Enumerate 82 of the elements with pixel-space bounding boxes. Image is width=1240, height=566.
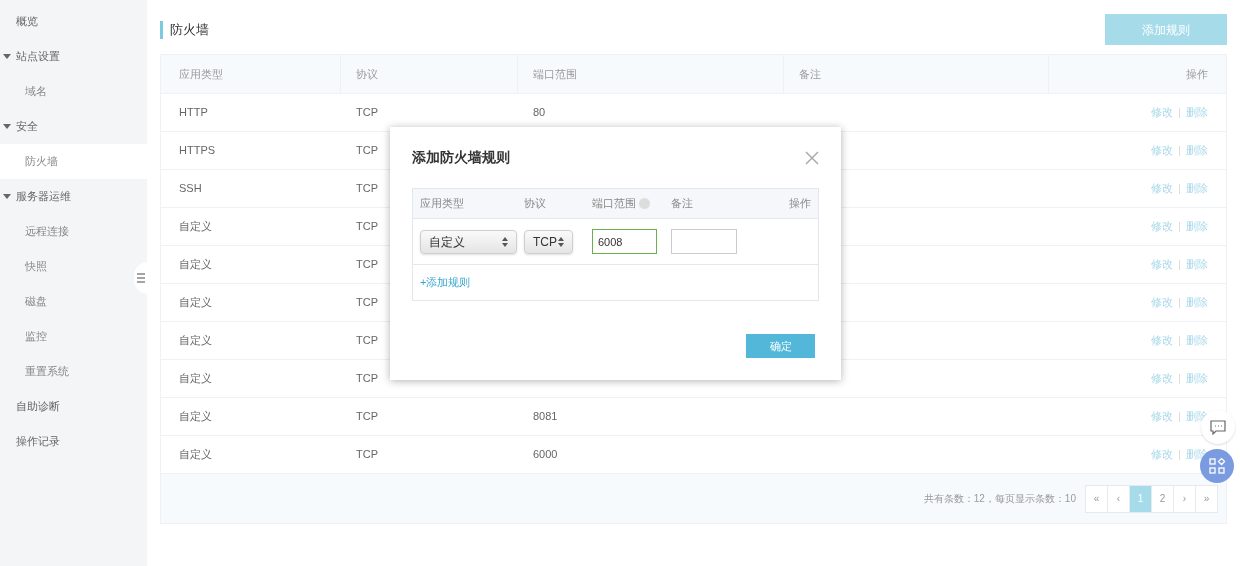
column-header: 端口范围 [533,66,577,82]
table-cell: TCP [356,334,378,347]
action-link[interactable]: 删除 [1186,104,1208,121]
sidebar-subitem[interactable]: 磁盘 [0,284,147,319]
page-button[interactable]: ‹ [1107,484,1130,513]
column-header: 端口范围 [592,196,636,212]
table-cell: HTTPS [179,144,216,157]
table-cell: TCP [356,258,378,271]
column-header: 协议 [356,66,378,82]
page-button[interactable]: 1 [1129,484,1152,513]
table-cell: 自定义 [179,296,212,309]
action-link[interactable]: 修改 [1151,180,1173,197]
table-cell: 8081 [533,410,558,423]
action-link[interactable]: 修改 [1151,370,1173,387]
table-cell: SSH [179,182,202,195]
select-value: 自定义 [429,233,465,251]
table-cell: 自定义 [179,410,212,423]
table-cell: 自定义 [179,258,212,271]
action-link[interactable]: 修改 [1151,446,1173,463]
port-field[interactable]: 6008 [592,229,657,255]
page-button[interactable]: 2 [1151,484,1174,513]
table-cell: TCP [356,106,378,119]
select-value: TCP [533,233,557,251]
column-header: 应用类型 [179,66,223,82]
sidebar-subitem[interactable]: 防火墙 [0,144,147,179]
column-header: 操作 [1186,66,1208,82]
sidebar-subitem[interactable]: 重置系统 [0,354,147,389]
table-cell: HTTP [179,106,208,119]
action-link[interactable]: 删除 [1186,332,1208,349]
dialog-title: 添加防火墙规则 [412,148,510,167]
action-link[interactable]: 修改 [1151,408,1173,425]
page-title: 防火墙 [170,20,209,39]
sidebar-subitem[interactable]: 远程连接 [0,214,147,249]
table-cell: TCP [356,296,378,309]
action-link[interactable]: 修改 [1151,332,1173,349]
pagination-summary: 共有条数：12，每页显示条数：10 [923,492,1076,506]
page-button[interactable]: » [1195,484,1218,513]
table-cell: 80 [533,106,546,119]
action-link[interactable]: 删除 [1186,294,1208,311]
select-field[interactable]: 自定义 [420,229,517,254]
menu-icon [137,273,145,283]
action-link[interactable]: 删除 [1186,256,1208,273]
column-header: 应用类型 [420,196,464,212]
table-cell: 自定义 [179,220,212,233]
confirm-button[interactable]: 确定 [746,334,815,358]
column-header: 备注 [799,66,821,82]
column-header: 备注 [671,196,693,212]
action-link[interactable]: 删除 [1186,142,1208,159]
close-icon[interactable] [805,150,819,165]
action-link[interactable]: 修改 [1151,218,1173,235]
table-cell: TCP [356,410,378,423]
apps-icon [1209,458,1225,474]
table-cell: TCP [356,182,378,195]
table-cell: TCP [356,448,378,461]
action-link[interactable]: 修改 [1151,142,1173,159]
page-button[interactable]: « [1085,484,1108,513]
collapse-handle[interactable] [134,262,148,294]
action-link[interactable]: 删除 [1186,180,1208,197]
table-cell: TCP [356,144,378,157]
add-rule-button[interactable]: 添加规则 [1105,14,1227,45]
action-link[interactable]: 修改 [1151,294,1173,311]
select-field[interactable]: TCP [524,229,573,254]
table-cell: TCP [356,220,378,233]
updown-icon [502,236,508,247]
chat-icon [1210,419,1226,435]
action-link[interactable]: 修改 [1151,104,1173,121]
sidebar-subitem[interactable]: 监控 [0,319,147,354]
sidebar-subitem[interactable]: 域名 [0,74,147,109]
table-cell: 自定义 [179,334,212,347]
column-header: 操作 [789,196,811,212]
action-link[interactable]: 删除 [1186,218,1208,235]
updown-icon [558,236,564,247]
table-cell: TCP [356,372,378,385]
page-button[interactable]: › [1173,484,1196,513]
table-cell: 自定义 [179,372,212,385]
column-header: 协议 [524,196,546,212]
table-cell: 自定义 [179,448,212,461]
table-cell: 6000 [533,448,558,461]
add-rule-link[interactable]: +添加规则 [420,274,471,291]
note-field[interactable] [671,229,737,255]
action-link[interactable]: 删除 [1186,370,1208,387]
action-link[interactable]: 修改 [1151,256,1173,273]
